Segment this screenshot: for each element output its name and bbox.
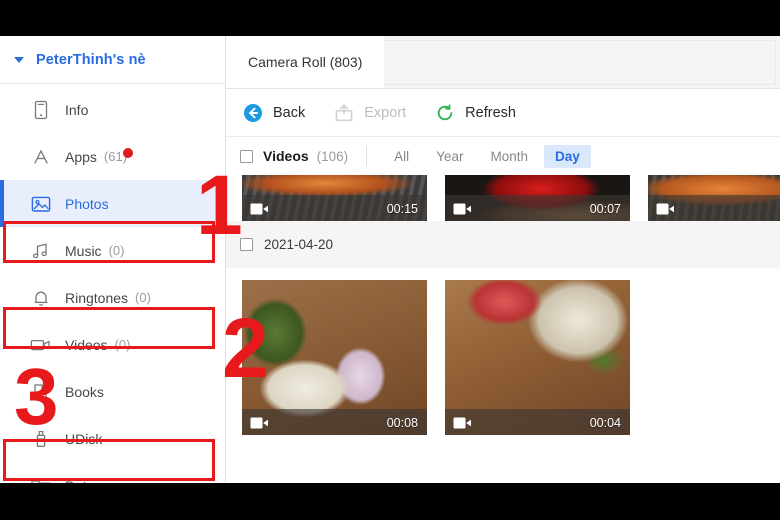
filter-count: (106) [316,148,349,164]
video-thumbnail[interactable]: 00:04 [445,280,630,435]
sidebar-item-label: Ringtones [65,289,129,306]
sidebar-item-label: Info [65,101,89,118]
apps-update-badge-icon [123,147,134,158]
annotation-highlight-videos [3,307,215,349]
back-button[interactable]: Back [242,102,305,124]
thumbnail-row: 00:15 00:07 [226,175,780,221]
sidebar-item-label: Photos [65,195,109,212]
annotation-number-1: 1 [196,158,243,252]
bell-icon [30,287,52,309]
video-badge-icon [453,202,473,216]
thumbnail-row: 00:08 00:04 [226,280,780,435]
sidebar-item-label: Apps [65,148,97,165]
video-thumbnail[interactable]: 00:07 [445,175,630,221]
sidebar-item-apps[interactable]: Apps (61) [0,133,225,180]
chevron-down-icon [14,56,24,63]
sidebar-item-count: (0) [135,290,151,305]
content-pane: Camera Roll (803) Back Export Refresh Vi… [226,36,780,483]
media-grid: 00:15 00:07 2021-04-20 00:08 00:04 [226,175,780,449]
photos-icon [30,193,52,215]
back-arrow-icon [242,102,264,124]
tab-strip: Camera Roll (803) [226,36,780,89]
device-selector[interactable]: PeterThinh's nè [0,36,225,84]
toolbar: Back Export Refresh [226,89,780,137]
annotation-highlight-data [3,439,215,481]
annotation-number-3: 3 [14,352,59,441]
media-group-partial: 00:15 00:07 [226,175,780,221]
filter-title: Videos [263,148,309,164]
date-group-header: 2021-04-20 [226,221,780,268]
segment-day[interactable]: Day [544,144,591,168]
segment-all[interactable]: All [383,145,420,168]
video-thumbnail[interactable]: 00:15 [242,175,427,221]
back-button-label: Back [273,104,306,121]
sidebar-item-info[interactable]: Info [0,86,225,133]
export-button[interactable]: Export [333,102,406,124]
video-duration: 00:15 [386,202,418,216]
appstore-icon [30,146,52,168]
annotation-highlight-music [3,221,215,263]
screenshot-root: PeterThinh's nè Info Apps (61) Photos Mu… [0,0,780,520]
video-thumbnail[interactable]: 00:0 [648,175,780,221]
tab-camera-roll[interactable]: Camera Roll (803) [226,36,385,88]
date-group-label: 2021-04-20 [264,237,334,252]
tab-label: Camera Roll (803) [248,54,363,70]
video-badge-icon [250,202,270,216]
video-duration: 00:07 [589,202,621,216]
refresh-icon [434,102,456,124]
media-group: 00:08 00:04 [226,280,780,435]
video-duration: 00:08 [386,416,418,430]
export-button-label: Export [364,104,407,121]
divider [366,146,368,166]
video-badge-icon [656,202,676,216]
video-badge-icon [250,416,270,430]
segment-month[interactable]: Month [479,145,539,168]
refresh-button[interactable]: Refresh [434,102,516,124]
device-name-label: PeterThinh's nè [36,51,146,68]
sidebar-item-label: Books [65,383,104,400]
sidebar-item-photos[interactable]: Photos [0,180,225,227]
filter-bar: Videos (106) All Year Month Day [226,137,780,175]
phone-icon [30,99,52,121]
annotation-number-2: 2 [222,301,269,395]
segment-year[interactable]: Year [425,145,474,168]
refresh-button-label: Refresh [465,104,516,121]
tab-strip-empty-area [368,40,776,85]
export-icon [333,102,355,124]
video-badge-icon [453,416,473,430]
video-duration: 00:04 [589,416,621,430]
video-thumbnail[interactable]: 00:08 [242,280,427,435]
